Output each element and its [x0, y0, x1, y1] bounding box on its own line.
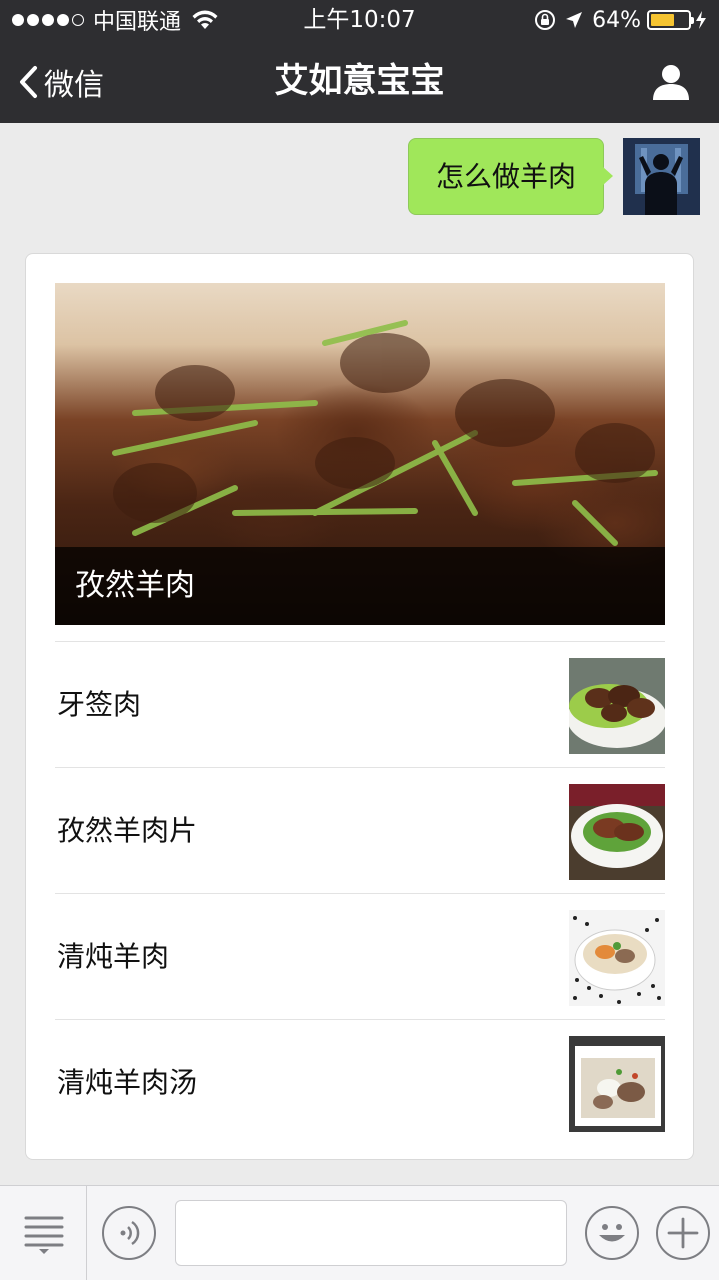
rotation-lock-icon: [535, 10, 556, 30]
person-icon[interactable]: [651, 62, 691, 102]
recipe-list-item[interactable]: 孜然羊肉片: [55, 767, 665, 893]
avatar-silhouette-image: [623, 138, 700, 215]
recipe-thumbnail: [569, 658, 665, 754]
status-right: 64%: [534, 0, 707, 40]
recipe-list-item[interactable]: 清炖羊肉: [55, 893, 665, 1019]
recipe-thumbnail-image: [569, 658, 665, 754]
recipe-card: 孜然羊肉 牙签肉 孜然羊肉片 清炖羊肉 清炖羊肉汤: [25, 253, 694, 1160]
voice-button[interactable]: [102, 1206, 156, 1260]
recipe-thumbnail-image: [569, 784, 665, 880]
more-button[interactable]: [656, 1206, 710, 1260]
avatar[interactable]: [623, 138, 700, 215]
chat-title: 艾如意宝宝: [274, 61, 445, 101]
recipe-item-label: 清炖羊肉: [57, 940, 170, 973]
charging-bolt-icon: [696, 11, 706, 29]
recipe-thumbnail: [569, 910, 665, 1006]
plus-icon: [667, 1217, 699, 1249]
recipe-list-item[interactable]: 清炖羊肉汤: [55, 1019, 665, 1145]
battery-level-fill: [651, 14, 674, 26]
list-menu-icon: [24, 1216, 64, 1254]
recipe-thumbnail-image: [569, 1036, 665, 1132]
nav-bar: 微信 艾如意宝宝: [0, 40, 719, 123]
emoji-button[interactable]: [585, 1206, 639, 1260]
chat-area: 怎么做羊肉 孜然羊肉 牙签肉 孜然羊肉片 清炖羊肉 清炖羊肉汤: [0, 123, 719, 1185]
location-arrow-icon: [566, 12, 583, 28]
user-message-bubble[interactable]: 怎么做羊肉: [408, 138, 613, 215]
recipe-thumbnail-image: [569, 910, 665, 1006]
message-input[interactable]: [175, 1200, 567, 1266]
recipe-thumbnail: [569, 784, 665, 880]
input-bar: [0, 1185, 719, 1280]
status-bar: 中国联通 上午10:07 64%: [0, 0, 719, 40]
smiley-icon: [599, 1224, 625, 1242]
hero-recipe-title: 孜然羊肉: [55, 547, 665, 625]
menu-toggle-button[interactable]: [0, 1186, 87, 1280]
recipe-item-label: 孜然羊肉片: [57, 814, 198, 847]
recipe-item-label: 牙签肉: [57, 688, 142, 721]
battery-icon: [647, 10, 694, 30]
hero-recipe[interactable]: 孜然羊肉: [55, 283, 665, 625]
voice-icon: [120, 1220, 140, 1246]
recipe-thumbnail: [569, 1036, 665, 1132]
recipe-item-label: 清炖羊肉汤: [57, 1066, 198, 1099]
battery-percent: 64%: [592, 7, 641, 33]
recipe-list-item[interactable]: 牙签肉: [55, 641, 665, 767]
